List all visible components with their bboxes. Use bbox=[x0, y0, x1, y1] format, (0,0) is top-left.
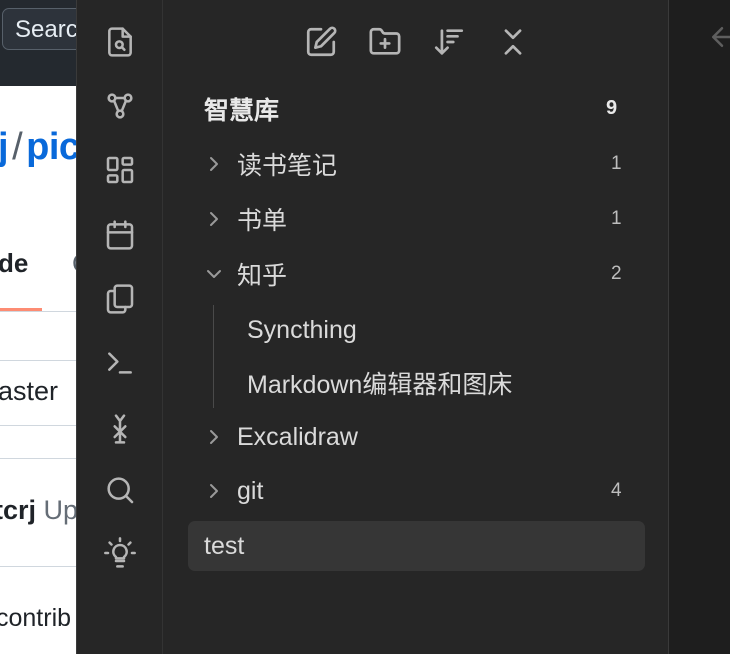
divider bbox=[0, 360, 76, 361]
commit-author[interactable]: tcrj bbox=[0, 495, 36, 525]
github-search-input[interactable]: Search bbox=[2, 8, 76, 50]
divider bbox=[0, 425, 76, 426]
folder-item-label[interactable]: Excalidraw bbox=[237, 414, 358, 460]
divider bbox=[0, 566, 76, 567]
bulb-icon[interactable] bbox=[102, 535, 138, 571]
chevron-right-icon[interactable] bbox=[204, 481, 224, 501]
vault-file-count: 9 bbox=[606, 97, 618, 119]
file-explorer: 智慧库 9 读书笔记 1 书单 1 知乎 2 Syncthing Markdow… bbox=[163, 0, 668, 654]
command-palette-icon[interactable] bbox=[102, 345, 138, 381]
repo-owner[interactable]: j bbox=[0, 126, 9, 168]
chevron-right-icon[interactable] bbox=[204, 209, 224, 229]
left-ribbon bbox=[76, 0, 163, 654]
folder-item-label[interactable]: 知乎 bbox=[237, 251, 287, 297]
back-arrow-icon[interactable] bbox=[707, 22, 730, 52]
search-icon[interactable] bbox=[102, 472, 138, 508]
branch-selector[interactable]: aster bbox=[0, 376, 58, 407]
new-note-icon[interactable] bbox=[301, 22, 341, 62]
explorer-toolbar bbox=[163, 22, 668, 62]
folder-item-label[interactable]: git bbox=[237, 468, 263, 514]
daily-note-icon[interactable] bbox=[102, 217, 138, 253]
sort-icon[interactable] bbox=[429, 22, 469, 62]
folder-item-label[interactable]: 读书笔记 bbox=[237, 141, 337, 187]
chevron-right-icon[interactable] bbox=[204, 427, 224, 447]
folder-count: 4 bbox=[611, 480, 622, 501]
vault-name[interactable]: 智慧库 bbox=[204, 86, 279, 132]
folder-count: 1 bbox=[611, 208, 622, 229]
canvas-icon[interactable] bbox=[102, 152, 138, 188]
contributors-text: contrib bbox=[0, 604, 72, 632]
file-item-label[interactable]: Markdown编辑器和图床 bbox=[247, 360, 512, 406]
repo-title[interactable]: j / pic bbox=[0, 126, 76, 169]
repo-separator: / bbox=[12, 126, 23, 168]
folder-count: 1 bbox=[611, 153, 622, 174]
divider bbox=[0, 311, 76, 312]
commit-action: Up bbox=[43, 495, 76, 525]
selected-file-row[interactable] bbox=[188, 521, 645, 571]
open-quick-switcher-icon[interactable] bbox=[102, 24, 138, 60]
latest-commit: tcrj Up bbox=[0, 495, 76, 526]
chevron-right-icon[interactable] bbox=[204, 154, 224, 174]
background-window: Search j/pic de C aster tcrj Up contrib bbox=[0, 0, 76, 654]
indent-guide bbox=[213, 305, 214, 408]
divider bbox=[0, 458, 76, 459]
chevron-down-icon[interactable] bbox=[204, 264, 224, 284]
graph-view-icon[interactable] bbox=[102, 88, 138, 124]
file-item-label[interactable]: test bbox=[204, 523, 244, 569]
excalidraw-icon[interactable] bbox=[102, 411, 138, 447]
folder-count: 2 bbox=[611, 263, 622, 284]
repo-name[interactable]: pic bbox=[26, 126, 76, 168]
templates-icon[interactable] bbox=[102, 281, 138, 317]
editor-pane bbox=[668, 0, 730, 654]
tab-code[interactable]: de bbox=[0, 248, 28, 279]
collapse-all-icon[interactable] bbox=[493, 22, 533, 62]
folder-item-label[interactable]: 书单 bbox=[237, 196, 287, 242]
github-topbar: Search bbox=[0, 0, 76, 86]
file-item-label[interactable]: Syncthing bbox=[247, 307, 357, 353]
new-folder-icon[interactable] bbox=[365, 22, 405, 62]
